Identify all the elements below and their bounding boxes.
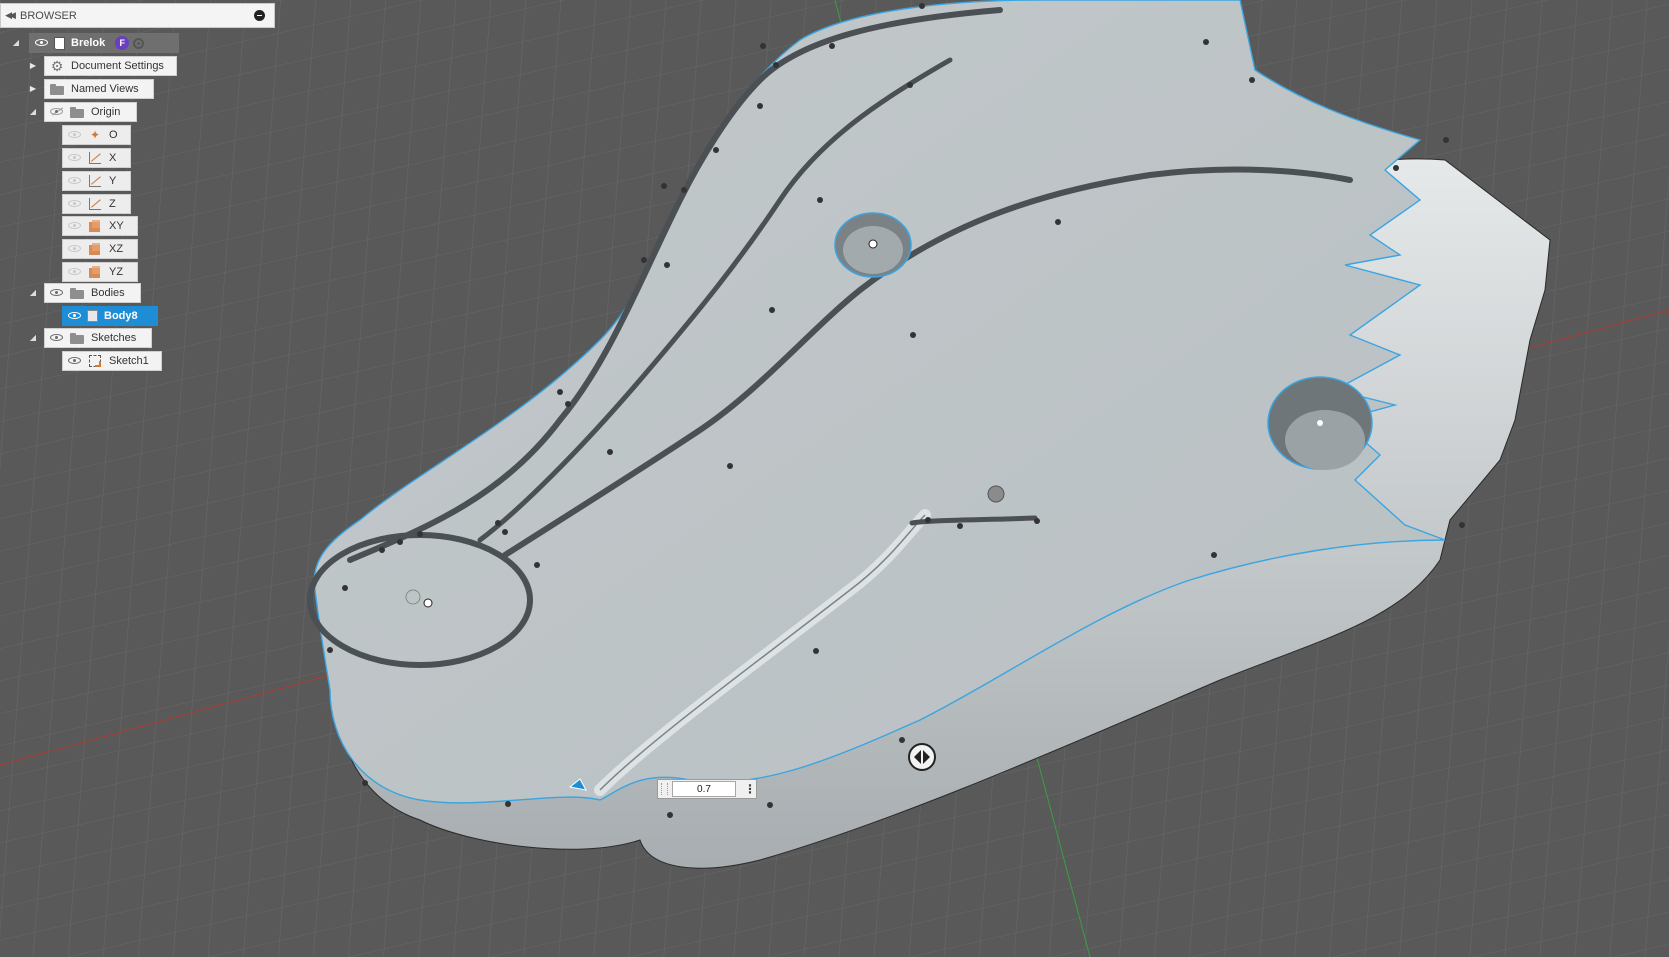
origin-item-label: X	[109, 152, 117, 164]
origin-item-label: O	[109, 129, 118, 141]
origin-item-label: XY	[109, 220, 124, 232]
expand-named-views-icon[interactable]: ▶	[28, 83, 38, 95]
collapse-panel-icon[interactable]: ◀◀	[2, 10, 16, 21]
named-views-item[interactable]: Named Views	[44, 79, 154, 99]
origin-item-point[interactable]: ✦ O	[62, 125, 131, 145]
gear-icon: ⚙	[50, 58, 64, 74]
browser-title: BROWSER	[20, 9, 77, 22]
folder-icon	[69, 331, 85, 345]
axis-icon	[87, 151, 103, 165]
sketch-label: Sketch1	[109, 355, 149, 367]
plane-icon	[87, 242, 103, 256]
visibility-eye-icon[interactable]	[67, 199, 83, 209]
visibility-eye-icon[interactable]	[67, 130, 83, 140]
collapse-sketches-icon[interactable]: ◢	[28, 332, 38, 344]
origin-item-y-axis[interactable]: Y	[62, 171, 131, 191]
manipulator-handle-icon	[908, 743, 936, 771]
visibility-eye-icon[interactable]	[67, 221, 83, 231]
origin-item-z-axis[interactable]: Z	[62, 194, 131, 214]
collapse-origin-icon[interactable]: ◢	[28, 106, 38, 118]
browser-header: ◀◀ BROWSER	[0, 3, 275, 28]
visibility-eye-icon[interactable]	[67, 311, 83, 321]
document-settings-item[interactable]: ⚙ Document Settings	[44, 56, 177, 76]
bodies-folder-item[interactable]: Bodies	[44, 283, 141, 303]
sketch-item-sketch1[interactable]: Sketch1	[62, 351, 162, 371]
visibility-eye-icon[interactable]	[67, 176, 83, 186]
dimension-value-input-box: ⋮	[657, 779, 757, 799]
origin-item-x-axis[interactable]: X	[62, 148, 131, 168]
sketches-label: Sketches	[91, 332, 137, 344]
visibility-eye-icon[interactable]	[49, 333, 65, 343]
plane-icon	[87, 265, 103, 279]
visibility-eye-icon[interactable]	[67, 356, 83, 366]
origin-item-label: XZ	[109, 243, 124, 255]
root-component-item[interactable]: Brelok F	[29, 33, 179, 53]
visibility-eye-icon[interactable]	[34, 38, 50, 48]
component-icon	[54, 36, 65, 50]
folder-icon	[69, 286, 85, 300]
origin-item-label: YZ	[109, 266, 124, 278]
minimize-panel-icon[interactable]	[254, 10, 265, 21]
plane-icon	[87, 219, 103, 233]
more-options-icon[interactable]: ⋮	[744, 783, 756, 795]
origin-item-yz-plane[interactable]: YZ	[62, 262, 138, 282]
drag-grip-icon[interactable]	[661, 783, 668, 795]
collapse-bodies-icon[interactable]: ◢	[28, 287, 38, 299]
folder-icon	[69, 105, 85, 119]
axis-icon	[87, 174, 103, 188]
sketch-icon	[87, 354, 103, 368]
fusion-badge-icon: F	[115, 36, 130, 50]
body-icon	[87, 310, 98, 322]
hidden-eye-icon[interactable]	[49, 107, 65, 117]
origin-item-xy-plane[interactable]: XY	[62, 216, 138, 236]
sketches-folder-item[interactable]: Sketches	[44, 328, 152, 348]
collapse-root-icon[interactable]: ◢	[11, 37, 21, 49]
origin-folder-item[interactable]: Origin	[44, 102, 137, 122]
visibility-eye-icon[interactable]	[67, 267, 83, 277]
origin-point-icon: ✦	[89, 128, 101, 142]
origin-item-label: Y	[109, 175, 117, 187]
origin-item-label: Z	[109, 198, 116, 210]
dimension-value-input[interactable]	[672, 781, 736, 797]
activate-target-icon[interactable]	[133, 37, 145, 49]
body-item-body8[interactable]: Body8	[62, 306, 158, 326]
document-settings-label: Document Settings	[71, 60, 164, 72]
root-component-label: Brelok	[71, 37, 106, 49]
named-views-label: Named Views	[71, 83, 139, 95]
visibility-eye-icon[interactable]	[67, 153, 83, 163]
folder-icon	[49, 82, 65, 96]
visibility-eye-icon[interactable]	[49, 288, 65, 298]
body-label: Body8	[104, 310, 138, 322]
origin-label: Origin	[91, 106, 121, 118]
bodies-label: Bodies	[91, 287, 125, 299]
canvas-viewport[interactable]	[0, 0, 1669, 957]
origin-marker	[987, 485, 1005, 503]
origin-item-xz-plane[interactable]: XZ	[62, 239, 138, 259]
visibility-eye-icon[interactable]	[67, 244, 83, 254]
axis-icon	[87, 197, 103, 211]
expand-document-settings-icon[interactable]: ▶	[28, 60, 38, 72]
